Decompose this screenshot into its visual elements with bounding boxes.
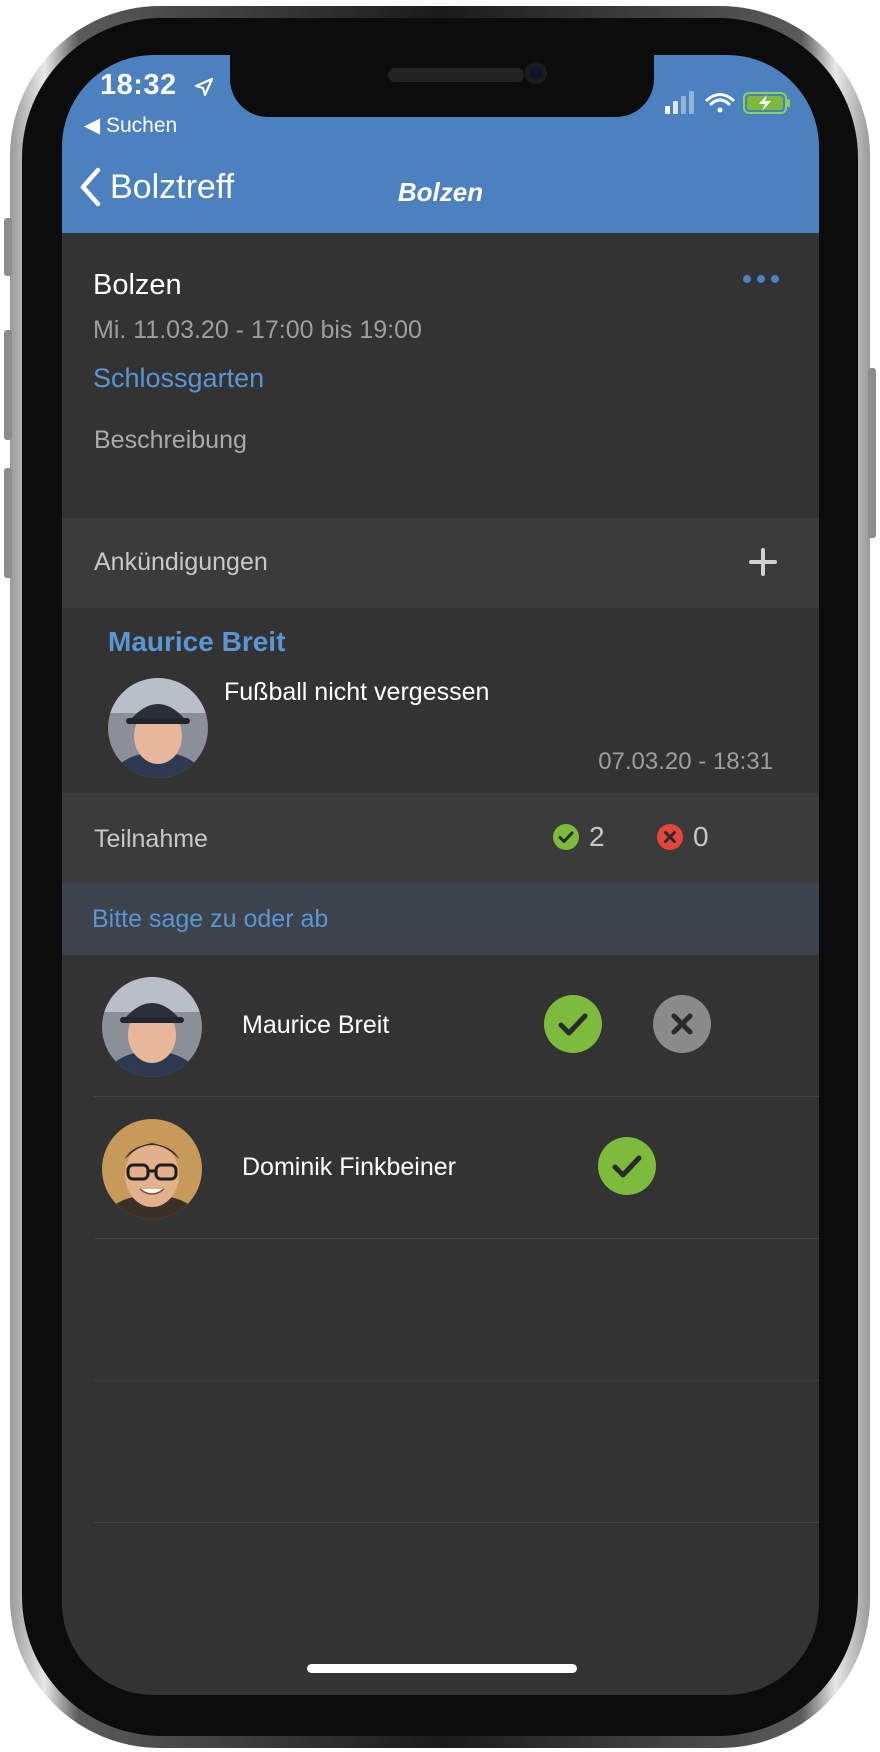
announcements-header: Ankündigungen [62,518,819,608]
check-icon [612,1155,642,1178]
rsvp-prompt-text: Bitte sage zu oder ab [92,905,329,933]
empty-row [62,1239,819,1381]
announcements-title: Ankündigungen [94,548,268,576]
announcement-timestamp: 07.03.20 - 18:31 [598,748,773,775]
plus-icon[interactable] [743,542,783,582]
signal-icon [665,91,694,114]
accept-button[interactable] [544,995,602,1053]
screen: 18:32 ◀ Suchen Bolztreff Bolzen Bolzen M… [62,55,819,1695]
event-datetime: Mi. 11.03.20 - 17:00 bis 19:00 [93,316,422,344]
check-icon [558,1013,588,1036]
more-dots-icon[interactable] [743,275,779,283]
accepted-indicator[interactable] [598,1137,656,1195]
avatar [108,678,208,778]
volume-down-button [4,468,12,578]
member-name: Dominik Finkbeiner [242,1153,456,1181]
battery-charging-icon [743,92,790,114]
home-indicator[interactable] [307,1664,577,1673]
status-time: 18:32 [100,69,177,101]
accepted-count: 2 [553,821,605,853]
declined-count: 0 [657,821,709,853]
notch [230,55,654,117]
declined-count-value: 0 [693,821,709,852]
event-title: Bolzen [93,269,182,301]
announcement-item: Maurice Breit Fußball nicht vergessen 07… [62,608,819,793]
event-description: Beschreibung [94,426,247,454]
close-icon [671,1013,693,1035]
back-to-app-link[interactable]: ◀ Suchen [84,113,177,138]
power-button [868,368,876,538]
status-icons [665,90,795,121]
front-camera [525,62,547,84]
volume-up-button [4,330,12,440]
member-name: Maurice Breit [242,1011,390,1039]
rsvp-prompt: Bitte sage zu oder ab [62,883,819,955]
empty-row [62,1381,819,1523]
avatar [102,977,202,1077]
member-row: Maurice Breit [62,955,819,1097]
close-icon [657,824,683,850]
participation-header: Teilnahme 2 0 [62,793,819,883]
wifi-icon [705,93,735,113]
event-location-link[interactable]: Schlossgarten [93,363,264,394]
check-icon [553,824,579,850]
participation-title: Teilnahme [94,825,208,853]
mute-switch [4,218,12,276]
member-row: Dominik Finkbeiner [62,1097,819,1239]
page-title: Bolzen [397,177,484,207]
decline-button[interactable] [653,995,711,1053]
announcement-text: Fußball nicht vergessen [224,678,490,706]
avatar [102,1119,202,1219]
divider [94,1522,819,1523]
event-details: Bolzen Mi. 11.03.20 - 17:00 bis 19:00 Sc… [62,233,819,518]
accepted-count-value: 2 [589,821,605,852]
location-arrow-icon [194,77,214,97]
announcement-author: Maurice Breit [108,626,286,657]
speaker [388,68,524,82]
